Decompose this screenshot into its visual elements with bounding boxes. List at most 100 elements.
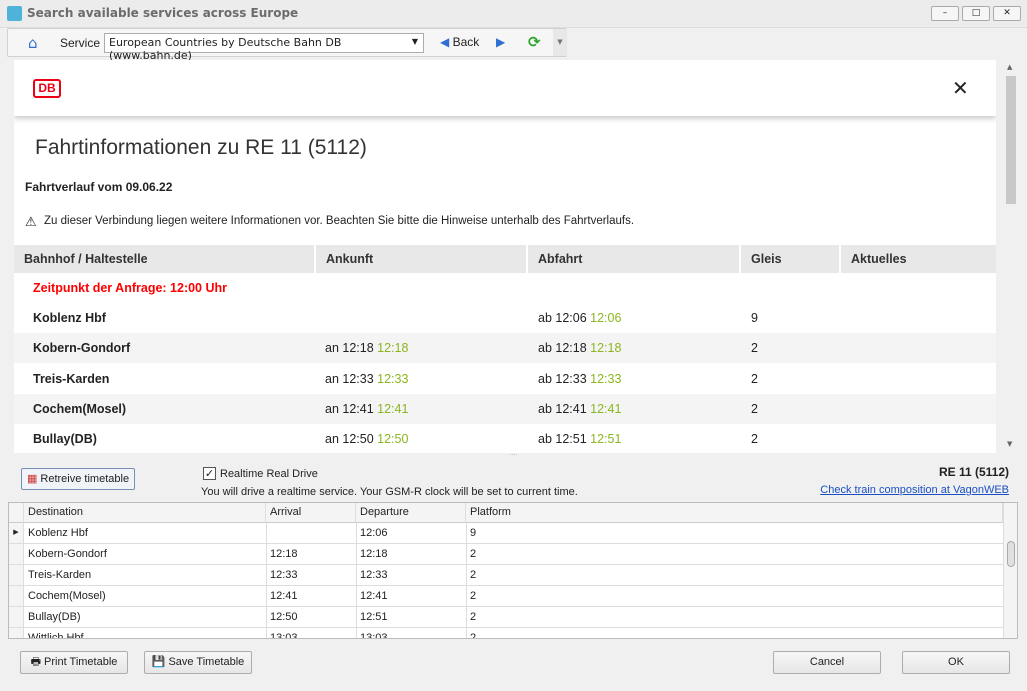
grid-col-departure[interactable]: Departure (356, 503, 466, 523)
col-updates: Aktuelles (841, 245, 996, 273)
train-name: RE 11 (5112) (938, 465, 1009, 479)
grid-cell: 12:18 (360, 548, 388, 560)
grid-cell: Cochem(Mosel) (28, 590, 106, 602)
calendar-icon: ▦ (26, 473, 38, 485)
grid-scrollbar[interactable] (1003, 503, 1017, 638)
floppy-disk-icon: 💾 (151, 656, 166, 668)
chevron-down-icon: ▼ (411, 37, 418, 46)
grid-col-destination[interactable]: Destination (24, 503, 266, 523)
grid-cell: 12:50 (270, 611, 298, 623)
grid-cell: 2 (470, 569, 477, 581)
grid-cell: 12:06 (360, 527, 388, 539)
grid-row[interactable]: Treis-Karden 12:33 12:33 2 (9, 565, 1003, 586)
back-button[interactable]: ◀ Back (440, 35, 479, 49)
back-arrow-icon: ◀ (440, 35, 450, 49)
row-indicator (9, 544, 24, 564)
arrival-time: an 12:33 12:33 (325, 371, 409, 386)
grid-cell: 12:33 (360, 569, 388, 581)
service-select[interactable]: European Countries by Deutsche Bahn DB (… (104, 33, 424, 62)
printer-icon: 🖶 (30, 656, 41, 668)
arrival-time: an 12:41 12:41 (325, 401, 409, 416)
minimize-button[interactable]: – (931, 6, 959, 21)
web-view: DB ✕ Fahrtinformationen zu RE 11 (5112) … (14, 60, 996, 453)
notice-text: Zu dieser Verbindung liegen weitere Info… (44, 215, 635, 227)
platform: 2 (751, 341, 758, 356)
home-icon[interactable]: ⌂ (28, 34, 38, 52)
row-indicator (9, 628, 24, 638)
service-select-value: European Countries by Deutsche Bahn DB (… (109, 36, 342, 62)
grid-col-arrival[interactable]: Arrival (266, 503, 356, 523)
db-logo: DB (33, 79, 61, 98)
journey-row: Kobern-Gondorf an 12:18 12:18 ab 12:18 1… (14, 333, 996, 364)
grid-col-platform[interactable]: Platform (466, 503, 1003, 523)
col-platform: Gleis (741, 245, 841, 273)
platform: 2 (751, 432, 758, 447)
grid-row[interactable]: Bullay(DB) 12:50 12:51 2 (9, 607, 1003, 628)
grid-cell: 13:03 (360, 632, 388, 639)
forward-button[interactable]: ▶ (496, 35, 505, 49)
grid-cell: Koblenz Hbf (28, 527, 88, 539)
grid-row[interactable]: Wittlich Hbf 13:03 13:03 2 (9, 628, 1003, 639)
print-timetable-button[interactable]: 🖶 Print Timetable (20, 651, 128, 674)
grid-cell: Kobern-Gondorf (28, 548, 107, 560)
web-scrollbar[interactable]: ▲ ▼ (1004, 60, 1018, 453)
arrival-time: an 12:50 12:50 (325, 432, 409, 447)
station-name: Cochem(Mosel) (33, 401, 127, 416)
col-arrival: Ankunft (316, 245, 528, 273)
window-title: Search available services across Europe (27, 6, 299, 20)
splitter[interactable]: ···· (0, 453, 1027, 459)
grid-cell: 13:03 (270, 632, 298, 639)
grid-row[interactable]: Kobern-Gondorf 12:18 12:18 2 (9, 544, 1003, 565)
save-timetable-button[interactable]: 💾 Save Timetable (144, 651, 252, 674)
station-name: Kobern-Gondorf (33, 341, 131, 356)
retrieve-timetable-button[interactable]: ▦ Retreive timetable (21, 468, 135, 490)
grid-scroll-thumb[interactable] (1007, 541, 1015, 567)
departure-time: ab 12:51 12:51 (538, 432, 622, 447)
retrieve-label: Retreive timetable (40, 473, 130, 485)
platform: 9 (751, 311, 758, 325)
toolbar: ⌂ Service European Countries by Deutsche… (7, 28, 567, 62)
grid-row[interactable]: Cochem(Mosel) 12:41 12:41 2 (9, 586, 1003, 607)
close-icon[interactable]: ✕ (952, 76, 969, 100)
options-panel: ▦ Retreive timetable ✓ Realtime Real Dri… (8, 460, 1018, 502)
col-departure: Abfahrt (528, 245, 741, 273)
scroll-down-icon[interactable]: ▼ (1007, 440, 1012, 448)
departure-time: ab 12:06 12:06 (538, 311, 622, 325)
col-station: Bahnhof / Haltestelle (14, 245, 316, 273)
close-window-button[interactable]: ✕ (993, 6, 1021, 21)
scroll-up-icon[interactable]: ▲ (1007, 63, 1012, 71)
toolbar-overflow-button[interactable]: ▼ (553, 29, 567, 56)
request-time: Zeitpunkt der Anfrage: 12:00 Uhr (33, 281, 228, 295)
station-name: Treis-Karden (33, 371, 110, 386)
departure-time: ab 12:41 12:41 (538, 401, 622, 416)
maximize-button[interactable]: □ (962, 6, 990, 21)
grid-cell: 2 (470, 590, 477, 602)
row-indicator (9, 586, 24, 606)
platform: 2 (751, 401, 758, 416)
grid-cell: 12:41 (360, 590, 388, 602)
back-label: Back (452, 35, 480, 49)
grid-cell: 12:33 (270, 569, 298, 581)
grid-cell: Bullay(DB) (28, 611, 81, 623)
grid-row[interactable]: ▶ Koblenz Hbf 12:06 9 (9, 523, 1003, 544)
journey-row: Bullay(DB) an 12:50 12:50 ab 12:51 12:51… (14, 424, 996, 453)
refresh-icon[interactable]: ⟳ (528, 33, 541, 51)
journey-row: Treis-Karden an 12:33 12:33 ab 12:33 12:… (14, 364, 996, 394)
ok-button[interactable]: OK (902, 651, 1010, 674)
grid-cell: 2 (470, 632, 477, 639)
cancel-button[interactable]: Cancel (773, 651, 881, 674)
vagonweb-link[interactable]: Check train composition at VagonWEB (820, 484, 1009, 496)
service-label: Service (60, 36, 101, 50)
row-indicator: ▶ (9, 523, 24, 543)
departure-time: ab 12:33 12:33 (538, 371, 622, 386)
departure-time: ab 12:18 12:18 (538, 341, 622, 356)
realtime-checkbox[interactable]: ✓ (203, 467, 216, 480)
web-header: DB ✕ (14, 60, 996, 116)
scroll-thumb[interactable] (1006, 76, 1016, 204)
save-label: Save Timetable (168, 656, 245, 668)
grid-cell: Wittlich Hbf (28, 632, 84, 639)
journey-date: Fahrtverlauf vom 09.06.22 (25, 180, 173, 194)
platform: 2 (751, 371, 758, 386)
arrival-time: an 12:18 12:18 (325, 341, 409, 356)
station-name: Bullay(DB) (33, 432, 97, 447)
